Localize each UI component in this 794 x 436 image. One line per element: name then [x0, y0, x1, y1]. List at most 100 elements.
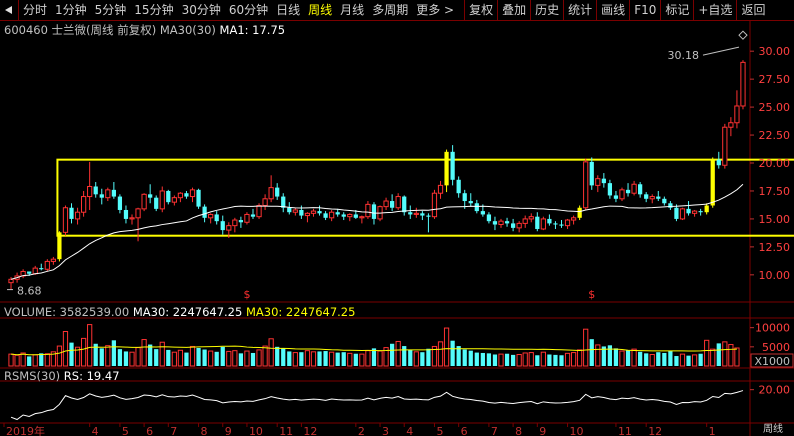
time-tick-label: 9 — [225, 425, 232, 436]
ma-indicator-label: MA30(30) — [159, 23, 216, 37]
candle-body — [674, 207, 679, 219]
candlestick-series[interactable] — [8, 60, 746, 290]
candle-body — [437, 184, 444, 194]
candle-body — [87, 185, 93, 198]
overlay-button[interactable]: 叠加 — [498, 0, 530, 20]
rsms-label: RSMS(30) — [4, 369, 61, 383]
draw-line-button[interactable]: 画线 — [597, 0, 629, 20]
candle-body — [613, 195, 619, 199]
volume-bar — [390, 343, 395, 366]
mark-button[interactable]: 标记 — [661, 0, 693, 20]
period-daily[interactable]: 日线 — [272, 0, 304, 20]
dividend-marker-icon: $ — [243, 288, 250, 301]
candle-body — [189, 189, 196, 198]
candle-body — [644, 194, 649, 199]
candle-body — [431, 192, 438, 218]
candle-body — [74, 211, 81, 220]
volume-bar — [226, 350, 232, 367]
candle-body — [8, 278, 14, 284]
period-monthly[interactable]: 月线 — [336, 0, 368, 20]
period-weekly[interactable]: 周线 — [304, 0, 336, 20]
period-multi[interactable]: 多周期 — [368, 0, 412, 20]
candle-body — [353, 214, 358, 218]
time-tick-label: 12 — [303, 425, 317, 436]
candle-body — [668, 203, 673, 208]
period-60min[interactable]: 60分钟 — [225, 0, 272, 20]
back-button[interactable]: 返回 — [737, 0, 769, 20]
candle-body — [583, 161, 589, 209]
volume-bar — [443, 327, 450, 367]
candle-body — [317, 211, 322, 214]
candle-body — [50, 258, 56, 262]
candle-body — [347, 213, 353, 218]
time-tick-label: 5 — [436, 425, 443, 436]
volume-bar — [304, 350, 311, 367]
volume-bar — [105, 345, 111, 367]
history-button[interactable]: 历史 — [531, 0, 563, 20]
volume-bar — [256, 349, 262, 367]
price-tick-label: 27.50 — [759, 73, 791, 86]
volume-bar — [535, 355, 540, 366]
candle-body — [184, 193, 189, 197]
rsms-tick-label: 20.00 — [759, 384, 791, 397]
volume-bar — [250, 352, 256, 366]
volume-bar — [377, 350, 383, 367]
period-30min[interactable]: 30分钟 — [178, 0, 225, 20]
volume-bar — [365, 350, 371, 367]
candle-body — [486, 214, 492, 222]
candle-body — [601, 178, 606, 184]
volume-bar — [710, 348, 716, 367]
stats-button[interactable]: 统计 — [564, 0, 596, 20]
candle-body — [656, 196, 661, 199]
candle-body — [329, 211, 335, 219]
candle-body — [535, 216, 540, 229]
volume-bar — [20, 352, 26, 367]
volume-bar — [486, 353, 492, 366]
volume-bar — [722, 341, 728, 367]
candle-body — [570, 217, 577, 221]
candle-body — [522, 218, 528, 224]
candle-body — [691, 210, 698, 214]
period-5min[interactable]: 5分钟 — [91, 0, 131, 20]
volume-bar — [341, 352, 346, 366]
candle-body — [420, 213, 425, 216]
candle-body — [528, 216, 534, 220]
volume-bar — [704, 339, 710, 367]
time-tick-label: 11 — [618, 425, 632, 436]
candle-body — [710, 159, 715, 206]
candle-body — [504, 221, 510, 224]
candle-body — [589, 161, 594, 186]
volume-bar — [468, 350, 473, 366]
volume-bar — [662, 352, 667, 366]
volume-bar — [426, 348, 431, 366]
volume-bar — [292, 352, 298, 367]
candle-body — [323, 213, 328, 218]
time-tick-label: 11 — [279, 425, 293, 436]
volume-bars[interactable] — [8, 324, 740, 367]
volume-bar — [686, 355, 691, 366]
chart-annotations: 30.18 8.68 $ $ — [7, 30, 748, 301]
period-1min[interactable]: 1分钟 — [51, 0, 91, 20]
add-watchlist-button[interactable]: +自选 — [694, 0, 736, 20]
period-15min[interactable]: 15分钟 — [130, 0, 177, 20]
volume-bar — [679, 353, 686, 367]
more-button[interactable]: 更多 > — [412, 0, 458, 20]
f10-button[interactable]: F10 — [630, 0, 660, 20]
restore-rights-button[interactable]: 复权 — [465, 0, 497, 20]
candle-body — [129, 217, 135, 220]
rsms-value: RS: 19.47 — [63, 369, 120, 383]
period-fenshi[interactable]: 分时 — [19, 0, 51, 20]
candle-body — [244, 213, 250, 223]
time-tick-label: 6 — [461, 425, 468, 436]
volume-bar — [87, 324, 93, 367]
volume-bar — [619, 350, 625, 367]
candle-body — [395, 196, 401, 209]
time-tick-label: 3 — [382, 425, 389, 436]
candle-body — [456, 179, 461, 194]
price-tick-label: 15.00 — [759, 213, 791, 226]
candle-body — [39, 268, 44, 270]
left-triangle-icon[interactable] — [0, 0, 18, 20]
rsms-line — [10, 390, 744, 421]
volume-bar — [39, 353, 44, 366]
volume-bar — [80, 337, 87, 367]
